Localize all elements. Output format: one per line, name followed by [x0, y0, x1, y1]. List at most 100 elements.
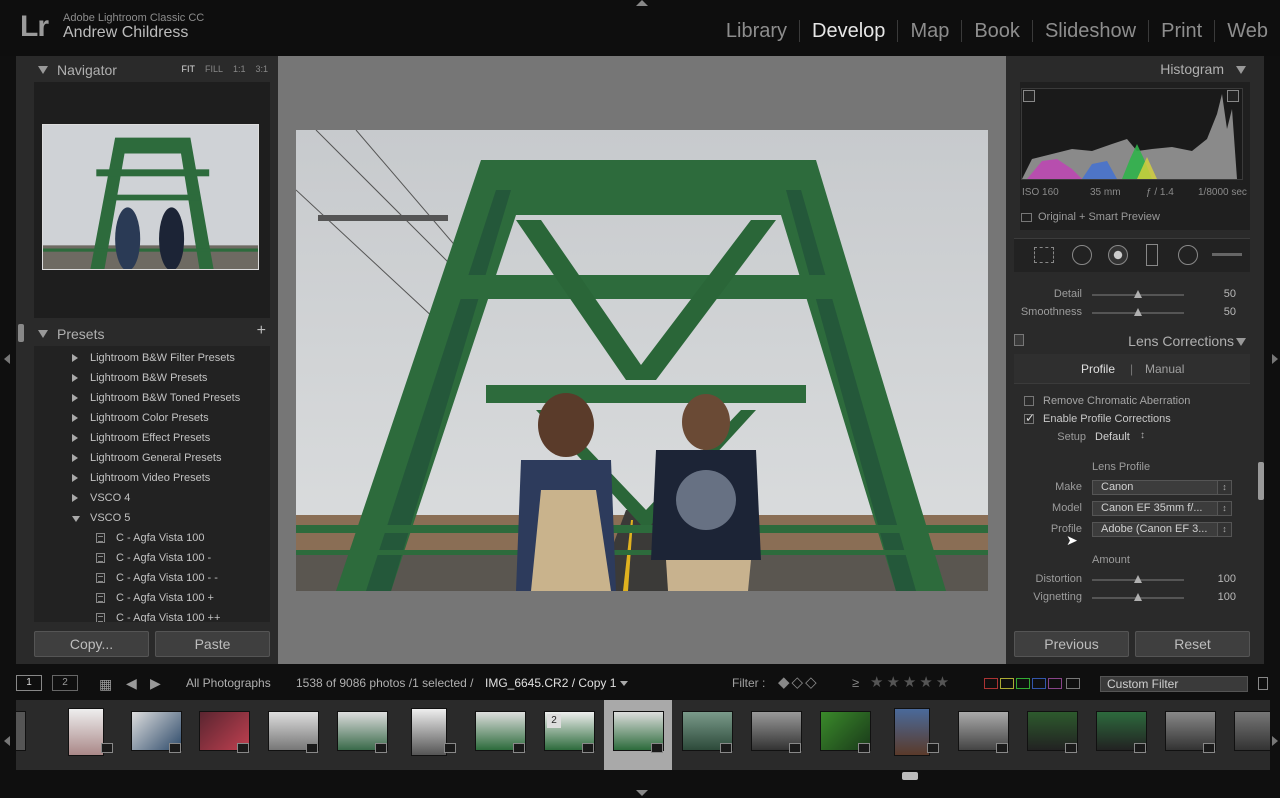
- radial-filter-icon[interactable]: [1178, 245, 1198, 265]
- red-label-filter-icon[interactable]: [984, 678, 998, 689]
- profile-select[interactable]: Adobe (Canon EF 3...: [1092, 522, 1232, 537]
- star-filter-icons[interactable]: ★★★★★: [870, 673, 952, 691]
- preset-item[interactable]: C - Agfa Vista 100: [34, 528, 270, 548]
- filename-label[interactable]: IMG_6645.CR2 / Copy 1: [485, 676, 616, 690]
- back-arrow-icon[interactable]: ◀: [126, 675, 137, 692]
- film-thumb[interactable]: [190, 700, 258, 770]
- film-thumb[interactable]: [1225, 700, 1270, 770]
- film-thumb[interactable]: 2: [535, 700, 603, 770]
- shadow-clipping-icon[interactable]: [1023, 90, 1035, 102]
- second-window-button[interactable]: 2: [52, 675, 78, 691]
- model-select[interactable]: Canon EF 35mm f/...: [1092, 501, 1232, 516]
- preset-folder[interactable]: VSCO 4: [34, 488, 270, 508]
- main-photo[interactable]: [296, 130, 988, 591]
- slider-knob[interactable]: [1134, 575, 1142, 583]
- detail-slider[interactable]: [1092, 290, 1184, 298]
- red-eye-icon[interactable]: [1108, 245, 1128, 265]
- module-slideshow[interactable]: Slideshow: [1031, 20, 1148, 42]
- preset-folder[interactable]: Lightroom B&W Toned Presets: [34, 388, 270, 408]
- film-thumb[interactable]: [673, 700, 741, 770]
- module-book[interactable]: Book: [961, 20, 1032, 42]
- no-label-filter-icon[interactable]: [1066, 678, 1080, 689]
- distortion-slider[interactable]: [1092, 575, 1184, 583]
- filter-lock-icon[interactable]: [1258, 677, 1268, 690]
- module-develop[interactable]: Develop: [799, 20, 897, 42]
- vignetting-value[interactable]: 100: [1206, 591, 1236, 603]
- spot-removal-icon[interactable]: [1072, 245, 1092, 265]
- left-panel-toggle-icon[interactable]: [4, 354, 10, 364]
- preset-item[interactable]: C - Agfa Vista 100 +: [34, 588, 270, 608]
- right-panel-toggle-icon[interactable]: [1272, 354, 1278, 364]
- add-preset-icon[interactable]: +: [257, 322, 266, 340]
- film-thumb[interactable]: [16, 700, 34, 770]
- film-thumb[interactable]: [1087, 700, 1155, 770]
- slider-knob[interactable]: [1134, 593, 1142, 601]
- custom-filter-select[interactable]: Custom Filter: [1100, 676, 1248, 692]
- presets-header[interactable]: Presets +: [16, 322, 278, 346]
- preset-folder[interactable]: Lightroom B&W Presets: [34, 368, 270, 388]
- previous-button[interactable]: Previous: [1014, 631, 1129, 657]
- source-label[interactable]: All Photographs: [186, 676, 271, 690]
- preset-folder[interactable]: Lightroom Effect Presets: [34, 428, 270, 448]
- preset-folder[interactable]: Lightroom Color Presets: [34, 408, 270, 428]
- updown-icon[interactable]: ↕: [1140, 430, 1145, 441]
- main-window-button[interactable]: 1: [16, 675, 42, 691]
- dropdown-arrow-icon[interactable]: [620, 681, 628, 686]
- vignetting-slider[interactable]: [1092, 593, 1184, 601]
- reset-button[interactable]: Reset: [1135, 631, 1250, 657]
- zoom-fill[interactable]: FILL: [205, 64, 223, 74]
- detail-value[interactable]: 50: [1206, 288, 1236, 300]
- histogram-graph[interactable]: [1021, 88, 1243, 180]
- navigator-header[interactable]: Navigator FIT FILL 1:1 3:1: [16, 58, 278, 82]
- flag-filter-icons[interactable]: ◆◇◇: [778, 673, 819, 691]
- enable-profile-checkbox[interactable]: ✓: [1024, 411, 1035, 425]
- crop-tool-icon[interactable]: [1034, 247, 1054, 263]
- distortion-value[interactable]: 100: [1206, 573, 1236, 585]
- slider-knob[interactable]: [1134, 290, 1142, 298]
- make-select[interactable]: Canon: [1092, 480, 1232, 495]
- film-thumb[interactable]: [1156, 700, 1224, 770]
- collapse-arrow-icon[interactable]: [1236, 66, 1246, 74]
- film-thumb[interactable]: [122, 700, 190, 770]
- filmstrip-scroll-right-icon[interactable]: [1272, 736, 1278, 746]
- highlight-clipping-icon[interactable]: [1227, 90, 1239, 102]
- purple-label-filter-icon[interactable]: [1048, 678, 1062, 689]
- film-thumb[interactable]: [466, 700, 534, 770]
- right-scrollbar-thumb[interactable]: [1258, 462, 1264, 500]
- filmstrip-scrollbar-thumb[interactable]: [902, 772, 918, 780]
- navigator-thumbnail[interactable]: [42, 124, 259, 270]
- lens-corrections-title[interactable]: Lens Corrections: [1128, 333, 1234, 349]
- zoom-1-1[interactable]: 1:1: [233, 64, 246, 74]
- film-thumb[interactable]: [259, 700, 327, 770]
- green-label-filter-icon[interactable]: [1016, 678, 1030, 689]
- bottom-panel-toggle-icon[interactable]: [636, 790, 648, 796]
- preset-folder-open[interactable]: VSCO 5: [34, 508, 270, 528]
- copy-settings-button[interactable]: Copy...: [34, 631, 149, 657]
- grid-view-icon[interactable]: ▦: [99, 676, 112, 693]
- preset-item[interactable]: C - Agfa Vista 100 - -: [34, 568, 270, 588]
- module-web[interactable]: Web: [1214, 20, 1280, 42]
- rating-operator[interactable]: ≥: [852, 675, 859, 690]
- film-thumb[interactable]: [811, 700, 879, 770]
- film-thumb[interactable]: [328, 700, 396, 770]
- adjustment-brush-icon[interactable]: [1212, 253, 1242, 256]
- preset-item[interactable]: C - Agfa Vista 100 -: [34, 548, 270, 568]
- panel-toggle-switch[interactable]: [1014, 334, 1024, 346]
- filmstrip-scroll-left-icon[interactable]: [4, 736, 10, 746]
- smoothness-slider[interactable]: [1092, 308, 1184, 316]
- yellow-label-filter-icon[interactable]: [1000, 678, 1014, 689]
- blue-label-filter-icon[interactable]: [1032, 678, 1046, 689]
- slider-knob[interactable]: [1134, 308, 1142, 316]
- zoom-fit[interactable]: FIT: [181, 64, 195, 74]
- tab-manual[interactable]: Manual: [1145, 362, 1184, 376]
- remove-ca-checkbox[interactable]: [1024, 396, 1034, 406]
- tab-profile[interactable]: Profile: [1081, 362, 1115, 376]
- preset-folder[interactable]: Lightroom B&W Filter Presets: [34, 348, 270, 368]
- forward-arrow-icon[interactable]: ▶: [150, 675, 161, 692]
- preset-folder[interactable]: Lightroom General Presets: [34, 448, 270, 468]
- collapse-arrow-icon[interactable]: [1236, 338, 1246, 346]
- film-thumb[interactable]: [880, 700, 948, 770]
- module-map[interactable]: Map: [897, 20, 961, 42]
- preset-item[interactable]: C - Agfa Vista 100 ++: [34, 608, 270, 622]
- left-scrollbar-thumb[interactable]: [18, 324, 24, 342]
